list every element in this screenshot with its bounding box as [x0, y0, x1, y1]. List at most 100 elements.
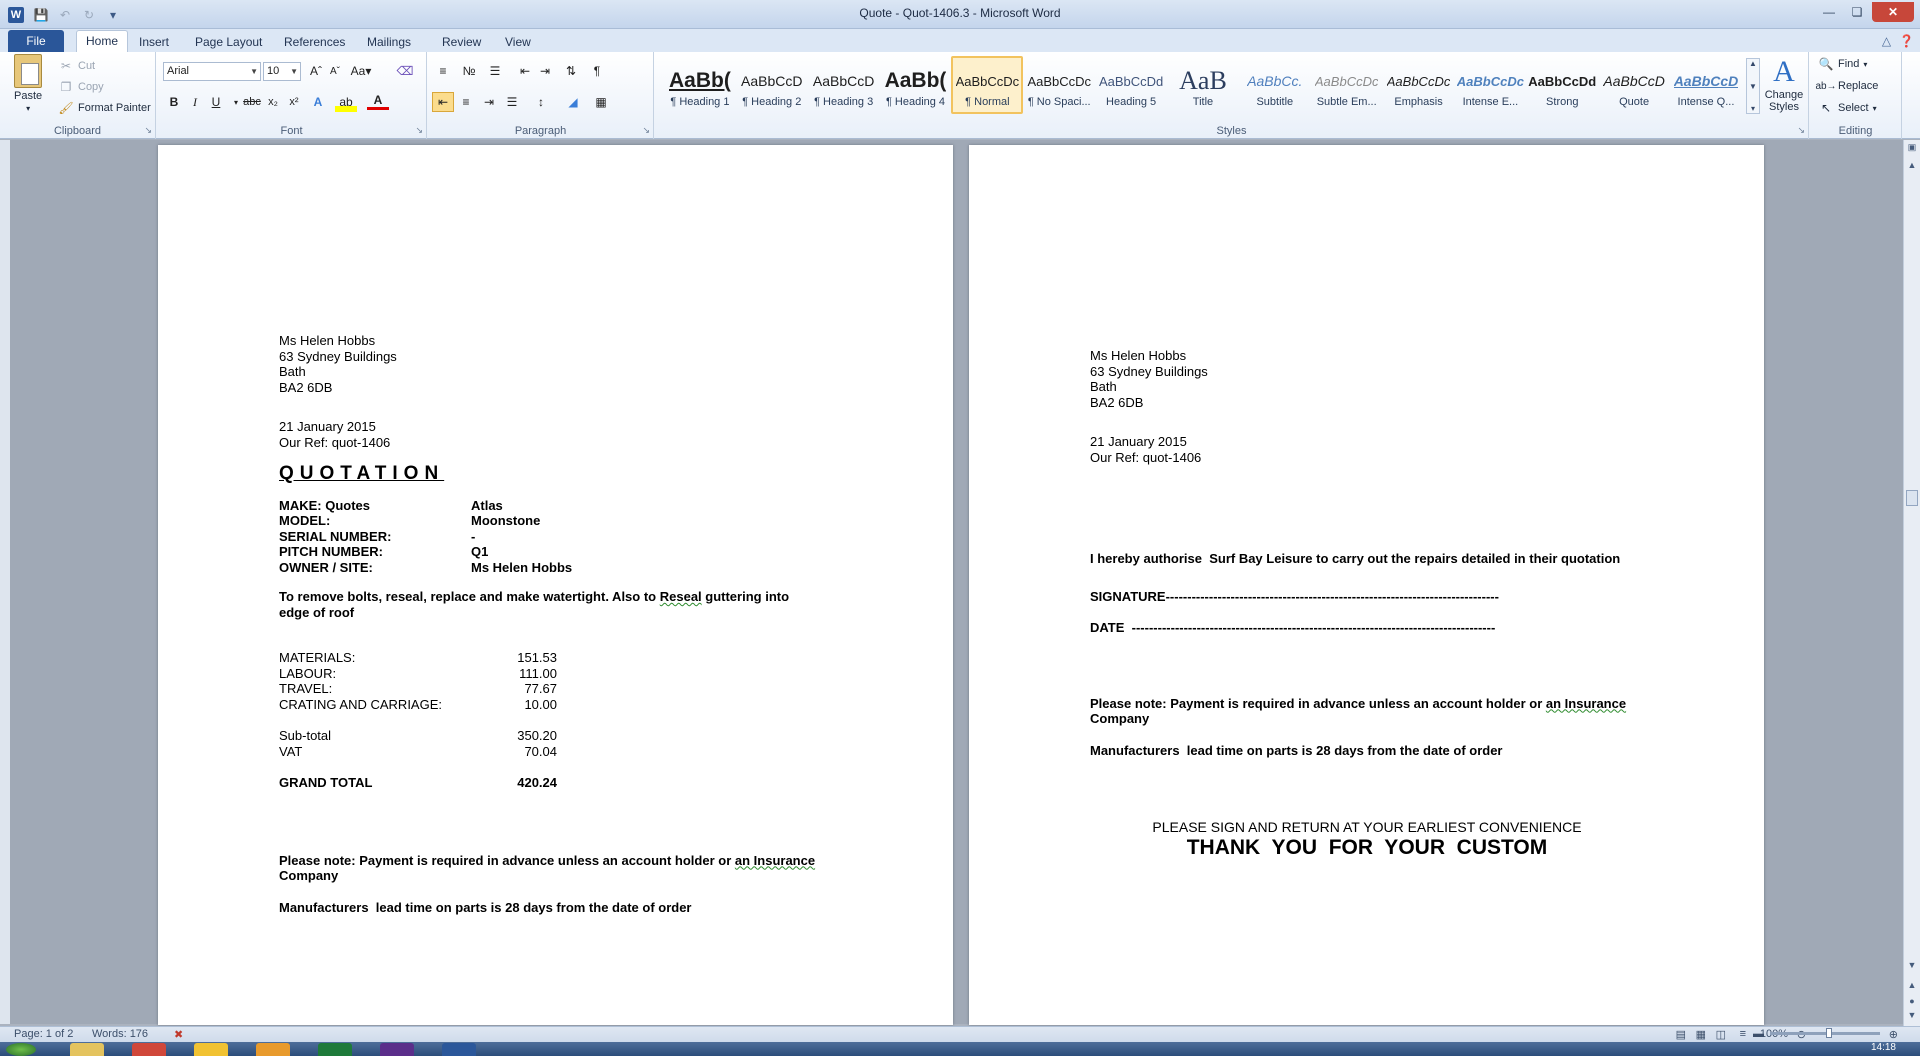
font-launcher-icon[interactable]: ↘ — [415, 125, 423, 136]
date-line[interactable]: DATE -----------------------------------… — [1090, 620, 1670, 636]
app-taskbar-icon[interactable] — [194, 1043, 228, 1056]
cut-button[interactable]: ✂ Cut — [58, 58, 95, 74]
scroll-up-arrow-icon[interactable]: ▲ — [1906, 160, 1918, 170]
page-1[interactable]: Ms Helen Hobbs 63 Sydney Buildings Bath … — [158, 145, 953, 1025]
view-full-screen-icon[interactable]: ▦ — [1696, 1028, 1706, 1041]
shrink-font-icon[interactable]: Aˇ — [324, 61, 346, 81]
justify-icon[interactable]: ☰ — [501, 92, 523, 112]
paste-button[interactable]: Paste ▾ — [14, 54, 42, 113]
change-case-icon[interactable]: Aa▾ — [350, 61, 372, 81]
explorer-taskbar-icon[interactable] — [70, 1043, 104, 1056]
view-print-layout-icon[interactable]: ▤ — [1676, 1028, 1686, 1041]
clear-formatting-icon[interactable]: ⌫ — [394, 61, 416, 81]
subscript-icon[interactable]: x₂ — [262, 92, 284, 112]
line-spacing-icon[interactable]: ↕ — [530, 92, 552, 112]
view-web-layout-icon[interactable]: ◫ — [1716, 1028, 1726, 1041]
decrease-indent-icon[interactable]: ⇤ — [514, 61, 536, 81]
align-right-icon[interactable]: ⇥ — [478, 92, 500, 112]
borders-icon[interactable]: ▦ — [590, 92, 612, 112]
style-heading-4[interactable]: AaBb( ¶ Heading 4 — [880, 56, 952, 114]
app-taskbar-icon[interactable] — [318, 1043, 352, 1056]
superscript-icon[interactable]: x² — [283, 92, 305, 112]
style-intense-emphasis[interactable]: AaBbCcDc Intense E... — [1454, 56, 1526, 114]
align-left-icon[interactable]: ⇤ — [432, 92, 454, 112]
styles-launcher-icon[interactable]: ↘ — [1797, 125, 1805, 136]
view-outline-icon[interactable]: ≡ — [1740, 1028, 1746, 1040]
text-effects-icon[interactable]: A — [307, 92, 329, 112]
style-heading-5[interactable]: AaBbCcDd Heading 5 — [1095, 56, 1167, 114]
style-heading-3[interactable]: AaBbCcD ¶ Heading 3 — [808, 56, 880, 114]
style-intense-quote[interactable]: AaBbCcD Intense Q... — [1670, 56, 1742, 114]
bullets-icon[interactable]: ≡ — [432, 61, 454, 81]
scroll-up-icon[interactable]: ▲ — [1749, 59, 1757, 68]
font-name-combo[interactable]: Arial ▼ — [163, 62, 261, 81]
scroll-down-icon[interactable]: ▼ — [1749, 82, 1757, 91]
shading-icon[interactable]: ◢ — [562, 92, 584, 112]
zoom-slider[interactable] — [1770, 1028, 1880, 1038]
sort-icon[interactable]: ⇅ — [560, 61, 582, 81]
style-heading-2[interactable]: AaBbCcD ¶ Heading 2 — [736, 56, 808, 114]
tab-home[interactable]: Home — [76, 30, 129, 53]
restore-button[interactable]: ❏ — [1844, 2, 1870, 22]
find-button[interactable]: 🔍 Find ▾ — [1818, 56, 1868, 72]
copy-button[interactable]: ❐ Copy — [58, 79, 104, 95]
zoom-in-icon[interactable]: ⊕ — [1889, 1028, 1898, 1041]
tab-review[interactable]: Review — [433, 32, 490, 52]
vertical-scrollbar[interactable]: ▣ ▲ ▼ ▲ ● ▼ — [1903, 140, 1920, 1026]
word-taskbar-icon[interactable] — [442, 1043, 476, 1056]
increase-indent-icon[interactable]: ⇥ — [534, 61, 556, 81]
taskbar-clock[interactable]: 14:18 — [1871, 1042, 1896, 1053]
show-formatting-icon[interactable]: ¶ — [586, 61, 608, 81]
page-2[interactable]: Ms Helen Hobbs 63 Sydney Buildings Bath … — [969, 145, 1764, 1025]
numbering-icon[interactable]: № — [458, 61, 480, 81]
highlight-color-icon[interactable]: ab — [335, 92, 357, 112]
minimize-button[interactable]: — — [1816, 2, 1842, 22]
clipboard-launcher-icon[interactable]: ↘ — [144, 125, 152, 136]
tab-file[interactable]: File — [8, 30, 64, 52]
scroll-thumb[interactable] — [1906, 490, 1918, 506]
tab-page-layout[interactable]: Page Layout — [186, 32, 271, 52]
zoom-slider-knob[interactable] — [1826, 1028, 1832, 1038]
style-title[interactable]: AaB Title — [1167, 56, 1239, 114]
tab-references[interactable]: References — [275, 32, 354, 52]
underline-icon[interactable]: U — [205, 92, 227, 112]
style-subtitle[interactable]: AaBbCc. Subtitle — [1239, 56, 1311, 114]
format-painter-button[interactable]: 🖌 Format Painter — [58, 100, 150, 116]
minimize-ribbon-icon[interactable]: △ — [1882, 34, 1891, 48]
styles-gallery-scroll[interactable]: ▲ ▼ ▾ — [1746, 58, 1760, 114]
select-browse-object-icon[interactable]: ● — [1906, 996, 1918, 1006]
app-taskbar-icon[interactable] — [256, 1043, 290, 1056]
next-page-icon[interactable]: ▼ — [1906, 1010, 1918, 1020]
style-emphasis[interactable]: AaBbCcDc Emphasis — [1383, 56, 1455, 114]
bold-icon[interactable]: B — [163, 92, 185, 112]
change-styles-button[interactable]: A Change Styles — [1764, 56, 1804, 114]
tab-mailings[interactable]: Mailings — [358, 32, 420, 52]
ruler-toggle-icon[interactable]: ▣ — [1906, 142, 1918, 153]
more-styles-icon[interactable]: ▾ — [1751, 104, 1755, 113]
style-subtle-emphasis[interactable]: AaBbCcDc Subtle Em... — [1311, 56, 1383, 114]
previous-page-icon[interactable]: ▲ — [1906, 980, 1918, 990]
style-quote[interactable]: AaBbCcD Quote — [1598, 56, 1670, 114]
help-icon[interactable]: ❓ — [1899, 34, 1914, 48]
page-count[interactable]: Page: 1 of 2 — [14, 1028, 73, 1040]
font-color-icon[interactable]: A — [367, 92, 389, 110]
tab-insert[interactable]: Insert — [130, 32, 178, 52]
style-strong[interactable]: AaBbCcDd Strong — [1526, 56, 1598, 114]
paragraph-launcher-icon[interactable]: ↘ — [642, 125, 650, 136]
align-center-icon[interactable]: ≡ — [455, 92, 477, 112]
proofing-errors-icon[interactable]: ✖ — [174, 1028, 183, 1041]
style-normal[interactable]: AaBbCcDc ¶ Normal — [951, 56, 1024, 114]
signature-line[interactable]: SIGNATURE-------------------------------… — [1090, 589, 1670, 605]
style-no-spacing[interactable]: AaBbCcDc ¶ No Spaci... — [1023, 56, 1095, 114]
select-button[interactable]: ↖ Select ▾ — [1818, 100, 1877, 116]
start-button-icon[interactable] — [6, 1043, 36, 1056]
app-taskbar-icon[interactable] — [380, 1043, 414, 1056]
multilevel-list-icon[interactable]: ☰ — [484, 61, 506, 81]
replace-button[interactable]: ab→ Replace — [1815, 78, 1878, 94]
italic-icon[interactable]: I — [184, 92, 206, 112]
chrome-taskbar-icon[interactable] — [132, 1043, 166, 1056]
tab-view[interactable]: View — [496, 32, 540, 52]
scroll-down-arrow-icon[interactable]: ▼ — [1906, 960, 1918, 970]
style-heading-1[interactable]: AaBb( ¶ Heading 1 — [664, 56, 736, 114]
word-count[interactable]: Words: 176 — [92, 1028, 148, 1040]
